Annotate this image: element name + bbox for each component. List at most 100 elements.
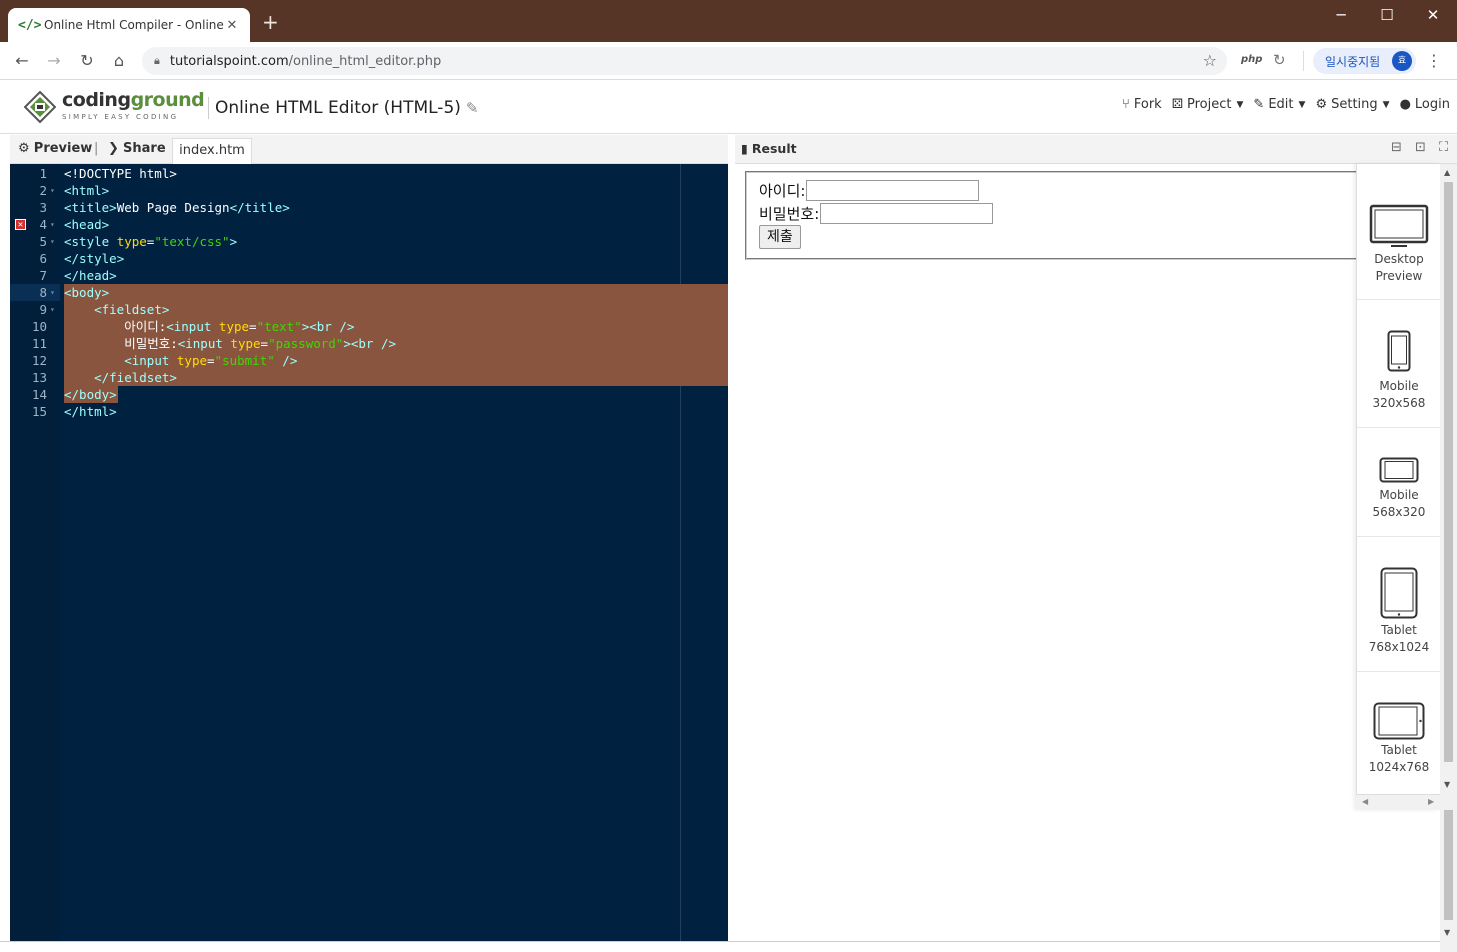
device-tablet-portrait[interactable]: Tablet 768x1024 bbox=[1357, 537, 1441, 672]
code-editor[interactable]: 1 <!DOCTYPE html> 2 ▾ <html> 3 <title>Web Page… bbox=[10, 164, 728, 941]
sitemap-icon: ⚄ bbox=[1171, 97, 1184, 112]
id-row: 아이디: bbox=[759, 180, 980, 201]
code-text: <html> bbox=[64, 183, 110, 198]
code-line[interactable]: 13 </fieldset> bbox=[10, 369, 728, 386]
code-line[interactable]: 1 <!DOCTYPE html> bbox=[10, 165, 728, 182]
forward-icon[interactable]: → bbox=[43, 50, 65, 72]
more-menu-icon[interactable]: ⋮ bbox=[1426, 51, 1442, 70]
pw-label: 비밀번호: bbox=[759, 205, 820, 223]
browser-titlebar: </> Online Html Compiler - Online H ✕ + … bbox=[0, 0, 1457, 42]
scrollbar-thumb[interactable] bbox=[1444, 810, 1453, 920]
code-line[interactable]: 11 비밀번호:<input type="password"><br /> bbox=[10, 335, 728, 352]
window-close-icon[interactable]: ✕ bbox=[1423, 6, 1443, 24]
scrollbar-thumb[interactable] bbox=[1444, 182, 1453, 762]
code-icon: </> bbox=[18, 17, 42, 33]
new-tab-icon[interactable]: + bbox=[262, 12, 279, 32]
scroll-down-icon[interactable]: ▼ bbox=[1444, 928, 1450, 937]
reload-icon[interactable]: ↻ bbox=[76, 50, 98, 72]
logo-mark-icon bbox=[24, 91, 56, 123]
scroll-down-icon[interactable]: ▼ bbox=[1444, 780, 1450, 789]
device-panel-hscrollbar[interactable]: ◀ ▶ bbox=[1356, 794, 1440, 810]
url-input[interactable]: 🔒︎ tutorialspoint.com/online_html_editor… bbox=[142, 47, 1227, 75]
browser-tab[interactable]: </> Online Html Compiler - Online H ✕ bbox=[8, 8, 250, 42]
code-text: <fieldset> bbox=[94, 302, 170, 317]
device-panel-scrollbar[interactable]: ▲ ▼ bbox=[1440, 164, 1457, 810]
code-line[interactable]: 9 ▾ <fieldset> bbox=[10, 301, 728, 318]
close-icon[interactable]: ✕ bbox=[224, 18, 240, 33]
code-text: <style type="text/css"> bbox=[64, 234, 238, 249]
device-label: Mobile bbox=[1379, 379, 1419, 393]
line-number: 14 bbox=[31, 387, 47, 402]
fold-arrow-icon[interactable]: ▾ bbox=[50, 233, 55, 250]
code-line[interactable]: 3 <title>Web Page Design</title> bbox=[10, 199, 728, 216]
code-line[interactable]: 4 ▾ ✕ <head> bbox=[10, 216, 728, 233]
line-number: 13 bbox=[31, 370, 47, 385]
minimize-icon[interactable]: ─ bbox=[1331, 6, 1351, 24]
edit-title-icon[interactable]: ✎ bbox=[466, 99, 479, 117]
code-line[interactable]: 6 </style> bbox=[10, 250, 728, 267]
selection-highlight bbox=[64, 284, 728, 301]
code-line[interactable]: 7 </head> bbox=[10, 267, 728, 284]
submit-button[interactable]: 제출 bbox=[759, 225, 801, 249]
line-number: 9 bbox=[39, 302, 47, 317]
caret-down-icon: ▼ bbox=[1236, 99, 1244, 110]
code-line[interactable]: 10 아이디:<input type="text"><br /> bbox=[10, 318, 728, 335]
share-button[interactable]: ❯ Share bbox=[108, 141, 166, 156]
file-tab-index[interactable]: index.htm bbox=[172, 138, 252, 164]
code-line[interactable]: 15 </html> bbox=[10, 403, 728, 420]
caret-down-icon: ▼ bbox=[1382, 99, 1390, 110]
device-mobile-landscape[interactable]: Mobile 568x320 bbox=[1357, 428, 1441, 537]
php-extension-icon[interactable]: php bbox=[1241, 54, 1262, 65]
bar-chart-icon: ▮ bbox=[741, 141, 748, 156]
header-menu: ⑂ Fork ⚄ Project ▼ ✎ Edit ▼ ⚙ Setting ▼ ● Login bbox=[1122, 97, 1450, 112]
code-line[interactable]: 5 ▾ <style type="text/css"> bbox=[10, 233, 728, 250]
device-label: 568x320 bbox=[1372, 505, 1426, 519]
bookmark-star-icon[interactable]: ☆ bbox=[1203, 51, 1217, 70]
fork-icon: ⑂ bbox=[1122, 97, 1130, 112]
device-tablet-landscape[interactable]: Tablet 1024x768 bbox=[1357, 672, 1441, 792]
code-text: </body> bbox=[64, 387, 117, 402]
fold-arrow-icon[interactable]: ▾ bbox=[50, 216, 55, 233]
tablet-icon bbox=[1380, 567, 1418, 619]
fold-arrow-icon[interactable]: ▾ bbox=[50, 284, 55, 301]
error-marker-icon[interactable]: ✕ bbox=[15, 219, 26, 230]
code-text: </html> bbox=[64, 404, 117, 419]
fold-arrow-icon[interactable]: ▾ bbox=[50, 301, 55, 318]
gear-icon: ⚙ bbox=[1315, 97, 1328, 112]
extension-icon[interactable]: ↻ bbox=[1273, 51, 1286, 69]
password-input[interactable] bbox=[820, 203, 994, 224]
maximize-icon[interactable]: ☐ bbox=[1377, 6, 1397, 24]
code-text: 아이디:<input type="text"><br /> bbox=[64, 319, 355, 334]
profile-paused-button[interactable]: 일시중지됨 효 bbox=[1313, 48, 1416, 74]
fullscreen-icon[interactable]: ⛶ bbox=[1439, 140, 1448, 155]
device-label: 1024x768 bbox=[1368, 760, 1430, 774]
menu-login[interactable]: ● Login bbox=[1400, 97, 1450, 112]
back-icon[interactable]: ← bbox=[11, 50, 33, 72]
device-mobile-portrait[interactable]: Mobile 320x568 bbox=[1357, 300, 1441, 428]
id-input[interactable] bbox=[806, 180, 980, 201]
codingground-logo[interactable]: codingground SIMPLY EASY CODING bbox=[24, 87, 205, 127]
menu-fork[interactable]: ⑂ Fork bbox=[1122, 97, 1162, 112]
fold-arrow-icon[interactable]: ▾ bbox=[50, 182, 55, 199]
scroll-up-icon[interactable]: ▲ bbox=[1444, 168, 1450, 177]
tablet-landscape-icon bbox=[1373, 702, 1425, 740]
device-desktop-preview[interactable]: Desktop Preview bbox=[1357, 164, 1441, 300]
home-icon[interactable]: ⌂ bbox=[108, 50, 130, 72]
result-preview: 아이디: 비밀번호: 제출 bbox=[735, 164, 1440, 941]
menu-project[interactable]: ⚄ Project ▼ bbox=[1172, 97, 1244, 112]
code-line[interactable]: 12 <input type="submit" /> bbox=[10, 352, 728, 369]
line-number: 12 bbox=[31, 353, 47, 368]
menu-edit[interactable]: ✎ Edit ▼ bbox=[1253, 97, 1305, 112]
code-line[interactable]: 8 ▾ <body> bbox=[10, 284, 728, 301]
pw-row: 비밀번호: bbox=[759, 203, 994, 224]
scroll-left-icon[interactable]: ◀ bbox=[1362, 797, 1368, 806]
code-text: <head> bbox=[64, 217, 110, 232]
fit-width-icon[interactable]: ⊟ bbox=[1391, 140, 1402, 155]
scroll-right-icon[interactable]: ▶ bbox=[1428, 797, 1434, 806]
code-line[interactable]: 14 </body> bbox=[10, 386, 728, 403]
result-scrollbar[interactable]: ▼ bbox=[1440, 810, 1457, 952]
preview-button[interactable]: ⚙ Preview bbox=[18, 141, 92, 156]
fit-height-icon[interactable]: ⊡ bbox=[1415, 140, 1426, 155]
code-line[interactable]: 2 ▾ <html> bbox=[10, 182, 728, 199]
menu-setting[interactable]: ⚙ Setting ▼ bbox=[1315, 97, 1389, 112]
